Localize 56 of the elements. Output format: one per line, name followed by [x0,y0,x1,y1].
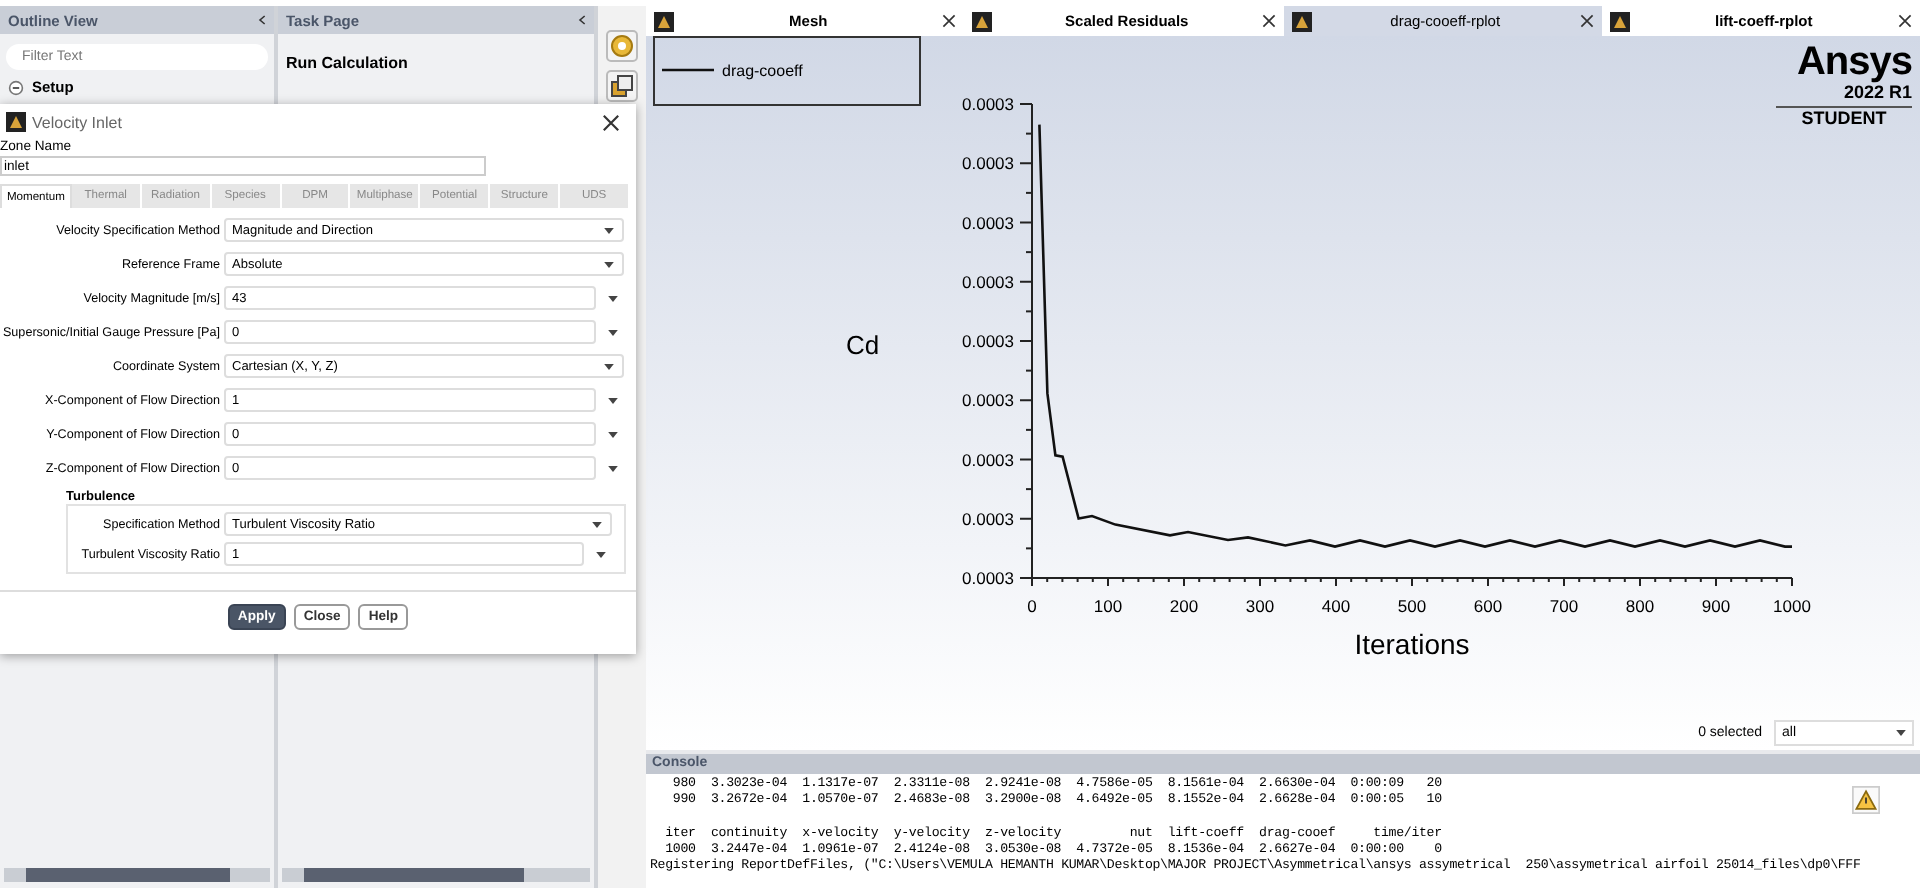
x-tick-label: 300 [1245,596,1275,616]
x-tick-label: 0 [1027,596,1037,616]
y-axis-title: Cd [846,330,880,360]
caret-icon[interactable] [592,521,602,527]
close-icon[interactable] [1261,14,1275,28]
scrollbar[interactable] [4,868,270,882]
caret-icon[interactable] [1896,730,1906,736]
version-label: 2022 R1 [1776,82,1912,108]
close-icon[interactable] [1898,14,1912,28]
close-icon[interactable] [942,14,957,28]
x-tick-label: 700 [1549,596,1579,616]
x-tick-label: 100 [1093,596,1123,616]
y-tick-label: 0.0003 [962,212,1014,233]
x-axis-title: Iterations [1354,628,1470,660]
collapse-icon[interactable] [578,14,586,26]
app-icon [972,11,993,31]
y-tick-label: 0.0003 [962,271,1014,292]
y-tick-label: 0.0003 [962,508,1014,529]
y-tick-label: 0.0003 [962,331,1014,351]
close-icon[interactable] [1579,14,1594,28]
x-tick-label: 800 [1625,596,1655,616]
dialog-title: Velocity Inlet [32,113,124,131]
edition-label: STUDENT [1799,108,1889,128]
caret-icon[interactable] [596,551,606,557]
caret-icon[interactable] [604,363,614,369]
legend-label: drag-cooeff [722,62,803,80]
y-tick-label: 0.0003 [962,390,1014,411]
caret-icon[interactable] [608,431,618,437]
caret-icon[interactable] [608,397,618,403]
y-tick-label: 0.0003 [962,449,1014,470]
y-tick-label: 0.0003 [962,94,1014,114]
x-tick-label: 1000 [1773,596,1811,616]
x-tick-label: 400 [1321,596,1351,616]
caret-icon[interactable] [608,465,618,471]
close-icon[interactable] [602,113,620,131]
app-icon [1291,11,1311,31]
x-tick-label: 900 [1701,596,1731,616]
x-tick-label: 600 [1473,596,1503,616]
x-tick-label: 200 [1169,596,1199,616]
app-icon [6,112,26,132]
task-heading: Run Calculation [284,52,410,76]
collapse-icon[interactable] [258,14,266,26]
scrollbar[interactable] [282,868,590,882]
collapse-icon[interactable] [8,79,24,95]
caret-icon[interactable] [604,261,614,267]
caret-icon[interactable] [604,227,614,233]
app-icon [654,11,674,31]
caret-icon[interactable] [608,329,618,335]
layers-icon[interactable] [606,70,638,102]
y-tick-label: 0.0003 [962,153,1014,174]
y-tick-label: 0.0003 [962,568,1014,588]
x-tick-label: 500 [1397,596,1427,616]
app-icon [1609,11,1630,31]
warning-icon[interactable] [1852,786,1880,814]
logo-text: Ansys [1794,42,1912,82]
caret-icon[interactable] [608,295,618,301]
